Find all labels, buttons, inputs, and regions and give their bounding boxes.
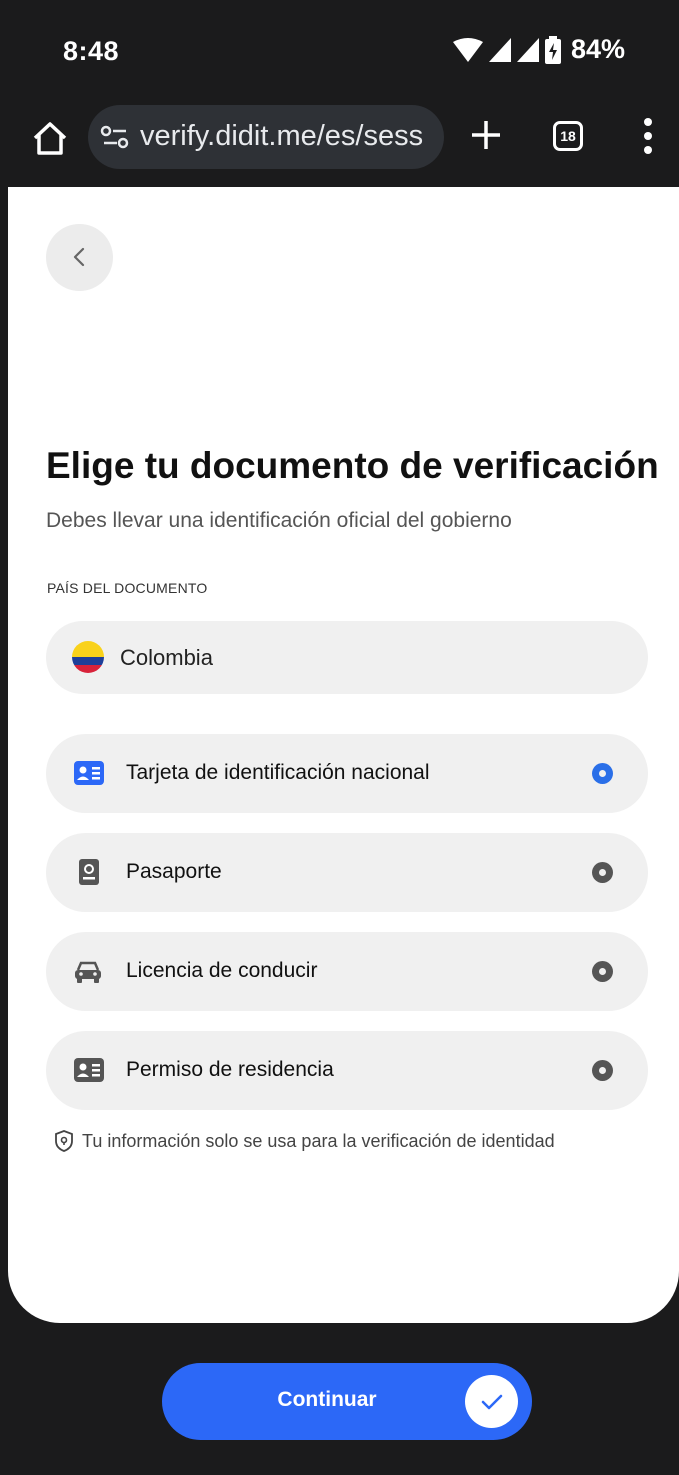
page-title: Elige tu documento de verificación [46, 445, 659, 486]
browser-toolbar: verify.didit.me/es/sess 18 [0, 95, 679, 187]
document-option-label: Permiso de residencia [126, 1058, 334, 1081]
passport-icon [79, 859, 99, 885]
continue-button[interactable]: Continuar [162, 1363, 532, 1440]
radio-unselected[interactable] [592, 1060, 613, 1081]
chevron-left-icon [73, 247, 85, 267]
status-icons: 84% [452, 34, 625, 65]
check-icon [465, 1375, 518, 1428]
radio-selected[interactable] [592, 763, 613, 784]
id-card-icon [74, 761, 104, 785]
radio-unselected[interactable] [592, 862, 613, 883]
document-option-label: Licencia de conducir [126, 959, 318, 982]
back-button[interactable] [46, 224, 113, 291]
page-subtitle: Debes llevar una identificación oficial … [46, 509, 512, 532]
signal-icon-2 [516, 37, 539, 62]
status-bar: 8:48 84% [0, 0, 679, 95]
tab-switcher-button[interactable]: 18 [553, 121, 583, 151]
document-option-residence-permit[interactable]: Permiso de residencia [46, 1031, 648, 1110]
battery-charging-icon [544, 35, 561, 64]
radio-unselected[interactable] [592, 961, 613, 982]
country-select[interactable]: Colombia [46, 621, 648, 694]
country-name: Colombia [120, 645, 213, 670]
verification-sheet: Elige tu documento de verificación Debes… [8, 187, 679, 1323]
document-option-drivers-license[interactable]: Licencia de conducir [46, 932, 648, 1011]
site-settings-icon[interactable] [100, 125, 130, 149]
colombia-flag-icon [72, 641, 104, 673]
more-menu-icon[interactable] [640, 117, 656, 155]
shield-icon [55, 1130, 73, 1152]
new-tab-icon[interactable] [468, 117, 504, 153]
privacy-note-text: Tu información solo se usa para la verif… [82, 1130, 555, 1151]
car-icon [75, 961, 101, 983]
address-bar[interactable]: verify.didit.me/es/sess [88, 105, 444, 169]
privacy-note: Tu información solo se usa para la verif… [54, 1130, 555, 1152]
residence-card-icon [74, 1058, 104, 1082]
document-option-label: Tarjeta de identificación nacional [126, 761, 430, 784]
signal-icon [488, 37, 511, 62]
document-option-national-id[interactable]: Tarjeta de identificación nacional [46, 734, 648, 813]
document-option-passport[interactable]: Pasaporte [46, 833, 648, 912]
document-option-label: Pasaporte [126, 860, 222, 883]
url-text: verify.didit.me/es/sess [140, 120, 424, 152]
battery-percentage: 84% [570, 34, 625, 64]
continue-button-label: Continuar [277, 1388, 377, 1411]
home-icon[interactable] [30, 119, 70, 159]
status-time: 8:48 [63, 36, 120, 66]
wifi-icon [452, 37, 483, 62]
country-section-label: PAÍS DEL DOCUMENTO [47, 580, 208, 596]
